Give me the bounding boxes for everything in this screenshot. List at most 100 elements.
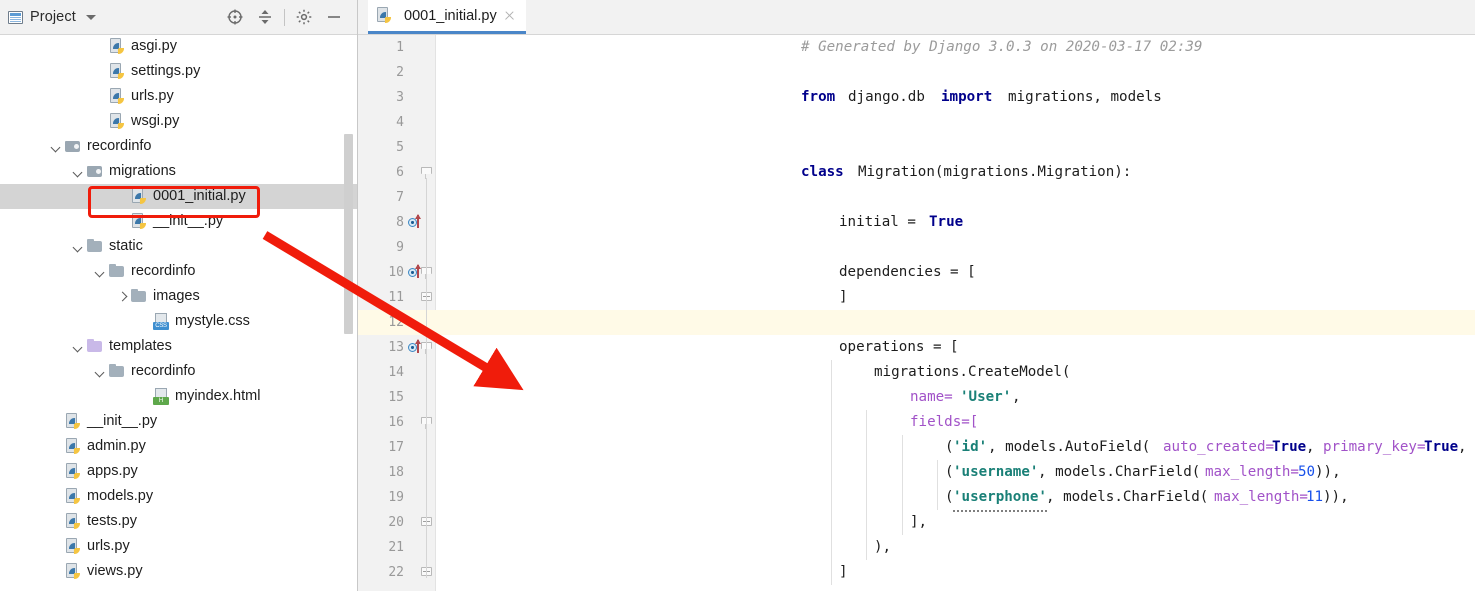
tree-item-models-py[interactable]: models.py xyxy=(0,484,357,509)
python-file-icon xyxy=(109,113,126,130)
tree-item-tests-py[interactable]: tests.py xyxy=(0,509,357,534)
line-number: 21 xyxy=(388,540,404,555)
code-token: django.db xyxy=(848,89,925,105)
code-token: ] xyxy=(839,289,848,305)
tree-item-templates[interactable]: templates xyxy=(0,334,357,359)
collapse-all-icon[interactable] xyxy=(250,2,280,32)
tree-item-migrations[interactable]: migrations xyxy=(0,159,357,184)
editor-area: 0001_initial.py 1 # Generated by Django 3… xyxy=(358,0,1475,591)
chevron-down-icon[interactable] xyxy=(50,140,63,153)
code-line-3[interactable]: 3 from django.db import migrations, models xyxy=(358,85,1475,110)
indent-guide xyxy=(831,360,832,585)
tree-item-init-py[interactable]: __init__.py xyxy=(0,209,357,234)
code-token: migrations, models xyxy=(1008,89,1162,105)
code-token: 'id' xyxy=(953,439,988,455)
tree-item-wsgi-py[interactable]: wsgi.py xyxy=(0,109,357,134)
code-line-14[interactable]: 14 migrations.CreateModel( xyxy=(358,360,1475,385)
tree-item-label: __init__.py xyxy=(87,413,158,429)
sidebar-scrollbar-track[interactable] xyxy=(344,34,355,591)
code-line-17[interactable]: 17('id', models.AutoField(auto_created= T… xyxy=(358,435,1475,460)
tree-item-mystyle-css[interactable]: mystyle.css xyxy=(0,309,357,334)
tree-item-static[interactable]: static xyxy=(0,234,357,259)
code-line-21[interactable]: 21), xyxy=(358,535,1475,560)
tree-item-urls-py[interactable]: urls.py xyxy=(0,534,357,559)
code-viewport[interactable]: 1 # Generated by Django 3.0.3 on 2020-03-… xyxy=(358,35,1475,591)
python-file-icon xyxy=(65,488,82,505)
code-line-20[interactable]: 20], xyxy=(358,510,1475,535)
code-token: import xyxy=(941,89,993,105)
code-token: , models.CharField( xyxy=(1046,489,1209,505)
python-file-icon xyxy=(65,538,82,555)
chevron-down-icon[interactable] xyxy=(72,165,85,178)
code-token: 'username' xyxy=(953,464,1039,480)
implements-member-icon[interactable] xyxy=(408,214,425,231)
line-number: 14 xyxy=(388,365,404,380)
tree-item-apps-py[interactable]: apps.py xyxy=(0,459,357,484)
code-line-1[interactable]: 1 # Generated by Django 3.0.3 on 2020-03-… xyxy=(358,35,1475,60)
code-line-13[interactable]: 13 operations = [ xyxy=(358,335,1475,360)
chevron-down-icon[interactable] xyxy=(72,240,85,253)
code-line-6[interactable]: 6 class Migration(migrations.Migration): xyxy=(358,160,1475,185)
chevron-down-icon[interactable] xyxy=(72,340,85,353)
close-icon[interactable] xyxy=(503,9,516,22)
tree-item-urls-py[interactable]: urls.py xyxy=(0,84,357,109)
chevron-down-icon[interactable] xyxy=(94,265,107,278)
tree-item-label: urls.py xyxy=(131,88,174,104)
sidebar-scrollbar-thumb[interactable] xyxy=(344,134,353,334)
indent-guide xyxy=(937,460,938,510)
code-token: True xyxy=(929,214,964,230)
code-line-7[interactable]: 7 xyxy=(358,185,1475,210)
code-line-12[interactable]: 12 xyxy=(358,310,1475,335)
code-token: 'User' xyxy=(960,389,1012,405)
code-line-2[interactable]: 2 xyxy=(358,60,1475,85)
code-line-16[interactable]: 16 fields=[ xyxy=(358,410,1475,435)
minimize-icon[interactable] xyxy=(319,2,349,32)
tree-item-recordinfo[interactable]: recordinfo xyxy=(0,134,357,159)
project-tree[interactable]: asgi.py settings.py urls.py wsgi.py recordin… xyxy=(0,34,357,591)
folder-icon xyxy=(87,238,104,255)
code-line-8[interactable]: 8 initial = True xyxy=(358,210,1475,235)
code-token: dependencies = [ xyxy=(839,264,976,280)
code-line-5[interactable]: 5 xyxy=(358,135,1475,160)
tree-item-label: myindex.html xyxy=(175,388,261,404)
tree-item-myindex-html[interactable]: myindex.html xyxy=(0,384,357,409)
project-panel-header: Project xyxy=(0,0,357,35)
project-panel-title-button[interactable]: Project xyxy=(0,9,96,25)
python-file-icon xyxy=(65,513,82,530)
code-line-4[interactable]: 4 xyxy=(358,110,1475,135)
code-line-19[interactable]: 19('userphone', models.CharField(max_len… xyxy=(358,485,1475,512)
tree-item-label: recordinfo xyxy=(131,363,196,379)
tree-item-settings-py[interactable]: settings.py xyxy=(0,59,357,84)
tab-0001-initial-py[interactable]: 0001_initial.py xyxy=(368,0,526,34)
tree-item-images[interactable]: images xyxy=(0,284,357,309)
chevron-right-icon[interactable] xyxy=(116,290,129,303)
tree-item-init-py[interactable]: __init__.py xyxy=(0,409,357,434)
code-line-22[interactable]: 22] xyxy=(358,560,1475,585)
code-line-15[interactable]: 15 name= 'User', xyxy=(358,385,1475,410)
code-token: 11 xyxy=(1306,489,1324,505)
code-token: , xyxy=(1306,439,1324,455)
code-line-11[interactable]: 11] xyxy=(358,285,1475,310)
tree-item-asgi-py[interactable]: asgi.py xyxy=(0,34,357,59)
code-line-18[interactable]: 18('username', models.CharField(max_leng… xyxy=(358,460,1475,485)
tree-item-admin-py[interactable]: admin.py xyxy=(0,434,357,459)
tree-item-0001-initial-py[interactable]: 0001_initial.py xyxy=(0,184,357,209)
code-line-9[interactable]: 9 xyxy=(358,235,1475,260)
chevron-down-icon[interactable] xyxy=(94,365,107,378)
indent-guide xyxy=(902,435,903,535)
scroll-from-source-icon[interactable] xyxy=(220,2,250,32)
tree-item-views-py[interactable]: views.py xyxy=(0,559,357,584)
gear-icon[interactable] xyxy=(289,2,319,32)
code-line-10[interactable]: 10 dependencies = [ xyxy=(358,260,1475,285)
tree-item-recordinfo[interactable]: recordinfo xyxy=(0,259,357,284)
code-token: operations = [ xyxy=(839,339,959,355)
tree-item-recordinfo[interactable]: recordinfo xyxy=(0,359,357,384)
python-file-icon xyxy=(109,38,126,55)
chevron-down-icon[interactable] xyxy=(85,14,96,20)
python-file-icon xyxy=(376,7,393,24)
